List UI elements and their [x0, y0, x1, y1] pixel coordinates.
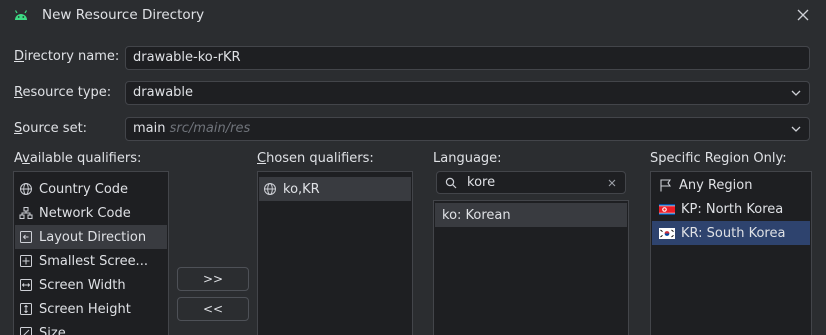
- region-list[interactable]: Any Region KP: North Korea KR: South Kor…: [650, 171, 812, 335]
- resource-type-value: drawable: [133, 85, 194, 100]
- flag-outline-icon: [660, 178, 672, 191]
- resource-type-select[interactable]: drawable: [125, 81, 810, 105]
- search-icon: [445, 177, 457, 189]
- region-item-south-korea[interactable]: KR: South Korea: [652, 221, 810, 245]
- language-label: Language:: [433, 151, 502, 166]
- qualifier-network-code[interactable]: Network Code: [15, 201, 167, 225]
- region-item-north-korea[interactable]: KP: North Korea: [652, 197, 810, 221]
- chevron-down-icon: [791, 90, 801, 96]
- directory-name-value: drawable-ko-rKR: [133, 50, 241, 65]
- screen-width-icon: [20, 279, 32, 291]
- qualifier-layout-direction[interactable]: Layout Direction: [15, 225, 167, 249]
- globe-icon: [264, 183, 276, 195]
- region-item-any[interactable]: Any Region: [652, 173, 810, 197]
- source-set-path: src/main/res: [169, 121, 251, 136]
- language-item-korean[interactable]: ko: Korean: [435, 203, 627, 227]
- qualifier-screen-height[interactable]: Screen Height: [15, 297, 167, 321]
- chosen-qualifiers-label: Chosen qualifiers:: [257, 151, 374, 166]
- remove-qualifier-button[interactable]: <<: [177, 297, 249, 321]
- directory-name-field[interactable]: drawable-ko-rKR: [125, 46, 810, 70]
- source-set-select[interactable]: main src/main/res: [125, 117, 810, 141]
- qualifier-smallest-screen[interactable]: Smallest Scree...: [15, 249, 167, 273]
- chosen-qualifiers-list[interactable]: ko,KR: [257, 171, 413, 335]
- chevron-down-icon: [791, 126, 801, 132]
- available-qualifiers-label: Available qualifiers:: [14, 151, 142, 166]
- source-set-label: Source set:: [14, 121, 88, 136]
- screen-height-icon: [20, 303, 32, 315]
- title-bar: New Resource Directory: [0, 0, 826, 32]
- north-korea-flag-icon: [659, 203, 675, 215]
- south-korea-flag-icon: [659, 227, 675, 239]
- available-qualifiers-list[interactable]: Country Code Network Code Layout Directi…: [13, 171, 169, 335]
- directory-name-label: Directory name:: [14, 49, 120, 64]
- layout-direction-icon: [20, 231, 32, 243]
- network-icon: [19, 207, 33, 219]
- smallest-screen-icon: [20, 255, 32, 267]
- qualifier-screen-width[interactable]: Screen Width: [15, 273, 167, 297]
- qualifier-country-code[interactable]: Country Code: [15, 177, 167, 201]
- language-search-value: kore: [467, 175, 496, 190]
- language-search[interactable]: kore: [436, 171, 626, 194]
- android-icon: [14, 10, 28, 20]
- window-title: New Resource Directory: [42, 7, 205, 23]
- region-label: Specific Region Only:: [650, 151, 787, 166]
- source-set-value: main: [133, 121, 166, 136]
- close-icon[interactable]: [796, 8, 810, 22]
- globe-icon: [20, 183, 32, 195]
- chosen-qualifier-item[interactable]: ko,KR: [259, 177, 411, 201]
- clear-search-icon[interactable]: [608, 179, 616, 187]
- qualifier-size[interactable]: Size: [15, 321, 167, 335]
- resource-type-label: Resource type:: [14, 85, 112, 100]
- language-list[interactable]: ko: Korean: [433, 200, 629, 335]
- size-icon: [20, 327, 32, 335]
- add-qualifier-button[interactable]: >>: [177, 267, 249, 291]
